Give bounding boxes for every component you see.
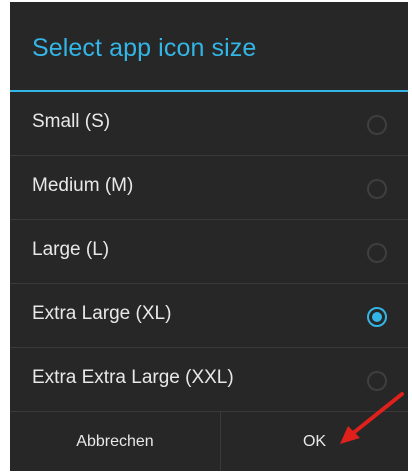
option-medium[interactable]: Medium (M) [10,156,408,220]
radio-button-unchecked[interactable] [367,115,387,135]
option-label: Extra Extra Large (XXL) [32,367,234,388]
ok-button[interactable]: OK [221,412,408,471]
radio-button-unchecked[interactable] [367,179,387,199]
size-option-list: Small (S) Medium (M) Large (L) Extra Lar… [10,92,408,410]
option-label: Medium (M) [32,175,134,196]
radio-button-checked[interactable] [367,307,387,327]
dialog-button-bar: Abbrechen OK [10,411,408,471]
radio-button-unchecked[interactable] [367,243,387,263]
option-label: Extra Large (XL) [32,303,172,324]
cancel-button[interactable]: Abbrechen [10,412,220,471]
option-extra-extra-large[interactable]: Extra Extra Large (XXL) [10,348,408,412]
dialog-header: Select app icon size [10,2,408,90]
screenshot-page: Select app icon size Small (S) Medium (M… [0,0,412,475]
option-extra-large[interactable]: Extra Large (XL) [10,284,408,348]
radio-button-unchecked[interactable] [367,371,387,391]
dialog-title: Select app icon size [32,34,257,62]
option-large[interactable]: Large (L) [10,220,408,284]
option-label: Small (S) [32,111,111,132]
option-small[interactable]: Small (S) [10,92,408,156]
option-label: Large (L) [32,239,110,260]
icon-size-dialog: Select app icon size Small (S) Medium (M… [10,2,408,471]
